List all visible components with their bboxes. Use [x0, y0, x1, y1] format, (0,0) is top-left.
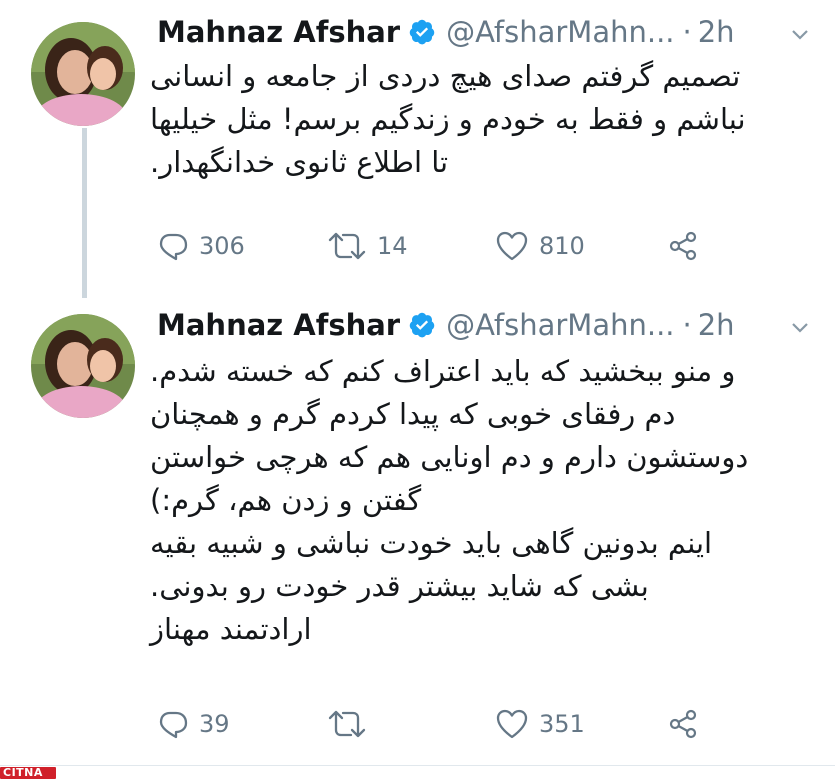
- bottom-divider: [0, 765, 835, 766]
- tweet-text: و منو ببخشید که باید اعتراف کنم که خسته …: [150, 354, 749, 646]
- avatar[interactable]: [31, 314, 135, 418]
- like-count: 351: [539, 710, 585, 738]
- chevron-down-icon[interactable]: [789, 316, 811, 338]
- like-button[interactable]: 351: [495, 704, 585, 744]
- tweet-timestamp[interactable]: 2h: [698, 15, 735, 49]
- reply-button[interactable]: 306: [157, 226, 245, 266]
- verified-badge-icon: [408, 311, 436, 339]
- watermark-text: CITNA: [3, 766, 43, 779]
- retweet-count: 14: [377, 232, 408, 260]
- separator-dot: ·: [682, 15, 692, 49]
- chevron-down-icon[interactable]: [789, 23, 811, 45]
- tweet-header: Mahnaz Afshar @AfsharMahn... · 2h: [157, 12, 735, 52]
- thread-connector-line: [82, 128, 87, 298]
- author-name[interactable]: Mahnaz Afshar: [157, 15, 400, 49]
- tweet-actions: 306 14 810: [157, 226, 717, 266]
- heart-icon: [496, 709, 528, 739]
- author-name[interactable]: Mahnaz Afshar: [157, 308, 400, 342]
- author-handle[interactable]: @AfsharMahn...: [446, 308, 674, 342]
- like-button[interactable]: 810: [495, 226, 585, 266]
- reply-count: 39: [199, 710, 230, 738]
- avatar[interactable]: [31, 22, 135, 126]
- tweet-text: تصمیم گرفتم صدای هیچ دردی از جامعه و انس…: [150, 59, 746, 179]
- reply-count: 306: [199, 232, 245, 260]
- share-icon: [669, 709, 697, 739]
- author-handle[interactable]: @AfsharMahn...: [446, 15, 674, 49]
- like-count: 810: [539, 232, 585, 260]
- share-button[interactable]: [667, 226, 699, 266]
- retweet-button[interactable]: 14: [327, 226, 408, 266]
- verified-badge-icon: [408, 18, 436, 46]
- tweet-header: Mahnaz Afshar @AfsharMahn... · 2h: [157, 305, 735, 345]
- retweet-icon: [328, 710, 366, 738]
- share-button[interactable]: [667, 704, 699, 744]
- retweet-button[interactable]: [327, 704, 377, 744]
- retweet-icon: [328, 232, 366, 260]
- heart-icon: [496, 231, 528, 261]
- reply-icon: [159, 233, 188, 261]
- tweet-timestamp[interactable]: 2h: [698, 308, 735, 342]
- reply-icon: [159, 711, 188, 739]
- reply-button[interactable]: 39: [157, 704, 230, 744]
- share-icon: [669, 231, 697, 261]
- tweet-actions: 39 351: [157, 704, 717, 744]
- separator-dot: ·: [682, 308, 692, 342]
